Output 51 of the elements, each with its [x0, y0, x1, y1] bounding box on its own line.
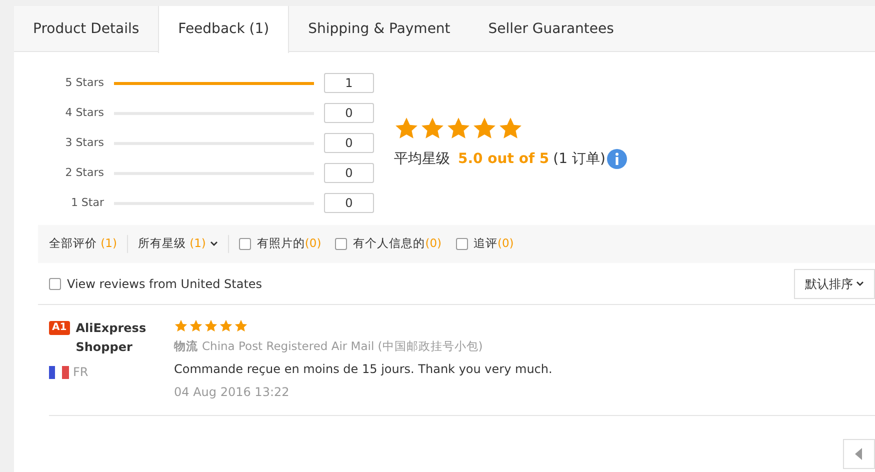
star-icon — [498, 116, 523, 140]
checkbox[interactable] — [335, 238, 348, 250]
previous-page-button[interactable] — [843, 439, 875, 470]
star-icon — [394, 116, 419, 140]
filter-label[interactable]: 追评(0) — [474, 235, 514, 253]
star-icon — [234, 319, 248, 333]
rating-count: 0 — [324, 193, 374, 213]
star-icon — [219, 319, 233, 333]
filter-option[interactable]: 全部评价 (1) — [49, 235, 128, 253]
sort-dropdown[interactable]: 默认排序 — [794, 268, 875, 298]
country-filter-label[interactable]: View reviews from United States — [67, 274, 262, 292]
rating-count: 1 — [324, 73, 374, 93]
logistics-method: China Post Registered Air Mail (中国邮政挂号小包) — [202, 339, 483, 353]
star-icon — [189, 319, 203, 333]
tab[interactable]: Shipping & Payment — [289, 6, 470, 52]
country-code: FR — [73, 364, 88, 381]
average-score: 5.0 out of 5 — [458, 150, 550, 168]
star-icon — [204, 319, 218, 333]
rating-label: 5 Stars — [64, 74, 104, 91]
star-icon — [472, 116, 497, 140]
level-badge: A1 — [49, 321, 70, 335]
left-arrow-icon — [855, 448, 863, 460]
star-icon — [446, 116, 471, 140]
rating-label: 4 Stars — [64, 104, 104, 121]
caret-icon — [210, 241, 218, 247]
tab[interactable]: Seller Guarantees — [469, 6, 633, 52]
rating-count: 0 — [324, 103, 374, 123]
rating-label: 2 Stars — [64, 164, 104, 181]
filter-label[interactable]: 有个人信息的(0) — [353, 235, 442, 253]
rating-label: 3 Stars — [64, 134, 104, 151]
review-date: 04 Aug 2016 13:22 — [174, 384, 290, 402]
filter-dropdown[interactable]: 所有星级 (1) — [138, 235, 229, 253]
star-icon — [174, 319, 188, 333]
order-count: (1 订单) — [553, 150, 606, 168]
checkbox[interactable] — [456, 238, 468, 250]
average-label: 平均星级 — [394, 150, 450, 168]
tab[interactable]: Product Details — [14, 6, 158, 52]
filter-label[interactable]: 有照片的(0) — [256, 235, 322, 253]
star-icon — [420, 116, 445, 140]
checkbox[interactable] — [49, 278, 61, 290]
tab[interactable]: Feedback (1) — [158, 6, 290, 53]
caret-icon — [856, 280, 864, 286]
rating-count: 0 — [324, 133, 374, 153]
reviewer-name: AliExpress Shopper — [76, 320, 148, 356]
info-icon[interactable] — [607, 149, 628, 169]
flag-icon — [49, 366, 69, 378]
logistics-label: 物流 — [174, 339, 198, 353]
rating-label: 1 Star — [70, 194, 104, 211]
review-comment: Commande reçue en moins de 15 jours. Thank you very much. — [174, 361, 552, 378]
rating-count: 0 — [324, 163, 374, 183]
checkbox[interactable] — [238, 238, 251, 250]
